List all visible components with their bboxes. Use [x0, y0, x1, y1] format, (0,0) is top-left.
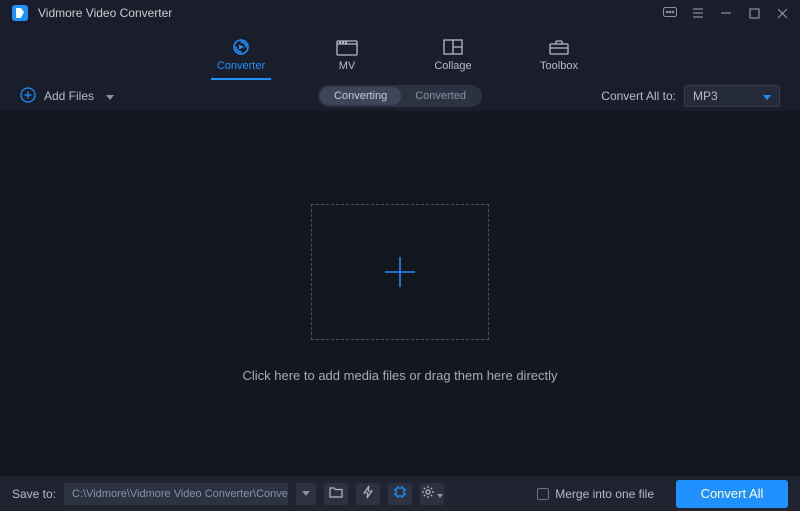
tab-mv[interactable]: MV: [317, 32, 377, 80]
dropzone[interactable]: [311, 204, 489, 340]
checkbox-icon: [537, 488, 549, 500]
top-nav: Converter MV Collage Toolbox: [0, 26, 800, 81]
close-icon[interactable]: [774, 5, 790, 21]
merge-label: Merge into one file: [555, 487, 654, 501]
tab-converter[interactable]: Converter: [211, 32, 271, 80]
high-speed-button[interactable]: [356, 483, 380, 505]
plus-icon: [381, 253, 419, 291]
menu-icon[interactable]: [690, 5, 706, 21]
tab-label: Converter: [217, 60, 265, 72]
collage-icon: [442, 38, 464, 56]
mv-icon: [336, 38, 358, 56]
settings-button[interactable]: [420, 483, 444, 505]
gear-icon: [421, 485, 435, 502]
format-select[interactable]: MP3: [684, 85, 780, 107]
title-controls: [662, 5, 790, 21]
actionbar: Add Files Converting Converted Convert A…: [0, 81, 800, 111]
converter-icon: [230, 38, 252, 56]
convert-all-button[interactable]: Convert All: [676, 480, 788, 508]
open-folder-button[interactable]: [324, 483, 348, 505]
app-logo-icon: [12, 5, 28, 21]
maximize-icon[interactable]: [746, 5, 762, 21]
drop-hint: Click here to add media files or drag th…: [242, 368, 557, 383]
add-icon: [20, 87, 36, 106]
chevron-down-icon: [437, 487, 443, 501]
main-content: Click here to add media files or drag th…: [0, 111, 800, 476]
tab-label: Collage: [434, 60, 471, 72]
feedback-icon[interactable]: [662, 5, 678, 21]
titlebar: Vidmore Video Converter: [0, 0, 800, 26]
chevron-down-icon: [763, 89, 771, 103]
chevron-down-icon: [106, 89, 114, 103]
lightning-icon: [362, 485, 374, 502]
tab-label: MV: [339, 60, 356, 72]
status-segmented: Converting Converted: [318, 85, 482, 107]
gpu-accel-button[interactable]: [388, 483, 412, 505]
app-title: Vidmore Video Converter: [38, 6, 662, 20]
segment-converting[interactable]: Converting: [320, 87, 401, 105]
minimize-icon[interactable]: [718, 5, 734, 21]
add-files-button[interactable]: Add Files: [20, 87, 114, 106]
convert-all-to-label: Convert All to:: [601, 89, 676, 103]
merge-checkbox[interactable]: Merge into one file: [537, 487, 654, 501]
tab-label: Toolbox: [540, 60, 578, 72]
convert-all-to: Convert All to: MP3: [601, 85, 780, 107]
segment-converted[interactable]: Converted: [401, 87, 480, 105]
save-path-dropdown[interactable]: [296, 483, 316, 505]
save-to-label: Save to:: [12, 487, 56, 501]
bottombar: Save to: C:\Vidmore\Vidmore Video Conver…: [0, 476, 800, 511]
tab-toolbox[interactable]: Toolbox: [529, 32, 589, 80]
add-files-label: Add Files: [44, 89, 94, 103]
save-path-field[interactable]: C:\Vidmore\Vidmore Video Converter\Conve…: [64, 483, 288, 505]
format-selected-value: MP3: [693, 89, 718, 103]
tab-collage[interactable]: Collage: [423, 32, 483, 80]
chip-icon: [393, 485, 407, 502]
folder-icon: [329, 486, 343, 501]
toolbox-icon: [548, 38, 570, 56]
